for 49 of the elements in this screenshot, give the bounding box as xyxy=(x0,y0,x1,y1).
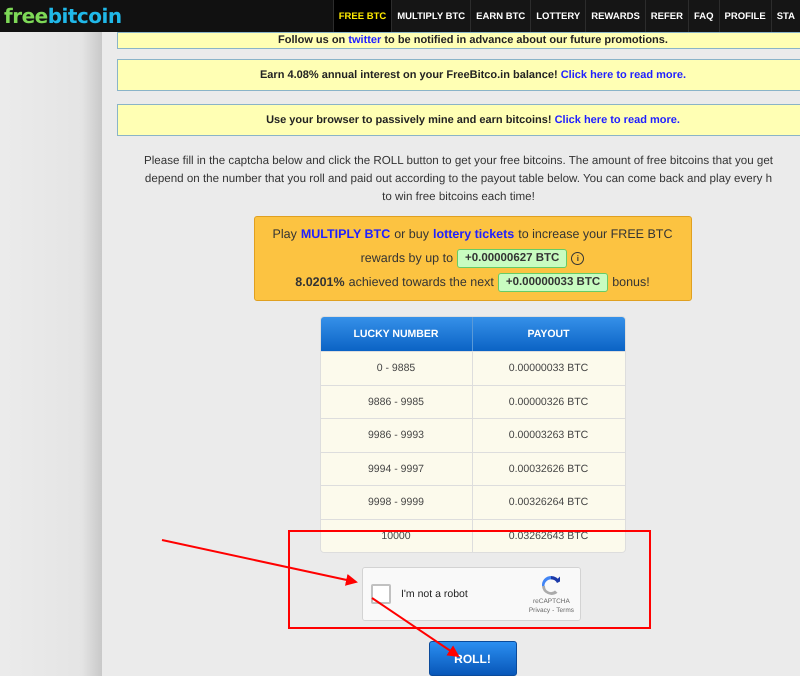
nav-tab[interactable]: LOTTERY xyxy=(530,0,586,32)
notice-text: Earn 4.08% annual interest on your FreeBitco.in balance! xyxy=(260,69,558,81)
nav-tab[interactable]: PROFILE xyxy=(718,0,771,32)
notice-link[interactable]: Click here to read more. xyxy=(554,114,680,126)
captcha-label: I'm not a robot xyxy=(401,588,469,600)
nav-tab[interactable]: REWARDS xyxy=(585,0,645,32)
bonus-text: to increase your FREE BTC xyxy=(518,226,672,243)
captcha-checkbox[interactable] xyxy=(371,584,391,604)
info-icon[interactable]: i xyxy=(571,252,584,264)
bonus-amount: +0.00000033 BTC xyxy=(498,272,608,292)
table-cell: 0.00032626 BTC xyxy=(472,452,624,485)
bonus-percent: 8.0201% xyxy=(295,274,345,291)
bonus-text: or buy xyxy=(394,226,429,243)
notice-text: Follow us on xyxy=(278,34,346,46)
column-header: LUCKY NUMBER xyxy=(320,317,472,351)
table-cell: 9986 - 9993 xyxy=(320,418,472,452)
nav-tab[interactable]: REFER xyxy=(644,0,688,32)
intro-text: to win free bitcoins each time! xyxy=(382,189,535,205)
bonus-text: bonus! xyxy=(612,274,650,291)
table-cell: 9886 - 9985 xyxy=(320,384,472,418)
bonus-text: rewards by up to xyxy=(360,250,454,267)
nav-tab[interactable]: MULTIPLY BTC xyxy=(391,0,470,32)
site-logo[interactable]: freebitcoin xyxy=(0,4,122,28)
bonus-text: achieved towards the next xyxy=(348,274,494,291)
table-cell: 0.00003263 BTC xyxy=(472,418,624,452)
multiply-link[interactable]: MULTIPLY BTC xyxy=(300,222,390,246)
reward-amount: +0.00000627 BTC xyxy=(457,248,568,268)
table-cell: 10000 xyxy=(320,518,472,552)
notice-link[interactable]: twitter xyxy=(348,34,382,46)
lottery-link[interactable]: lottery tickets xyxy=(432,222,514,246)
column-header: PAYOUT xyxy=(472,317,624,351)
bonus-text: Play xyxy=(272,226,297,243)
table-cell: 0.00000033 BTC xyxy=(472,351,624,384)
roll-button[interactable]: ROLL! xyxy=(428,641,516,676)
table-cell: 9998 - 9999 xyxy=(320,485,472,518)
table-cell: 0 - 9885 xyxy=(320,351,472,384)
table-cell: 0.00000326 BTC xyxy=(472,384,624,418)
table-cell: 0.03262643 BTC xyxy=(472,518,624,552)
notice-text: to be notified in advance about our future promotions. xyxy=(384,34,668,46)
intro-text: Please fill in the captcha below and click the ROLL button to get your free bitcoins. The amount of free bitcoins that you get xyxy=(144,153,773,169)
table-cell: 0.00326264 BTC xyxy=(472,485,624,518)
nav-tab[interactable]: STA xyxy=(770,0,800,32)
table-cell: 9994 - 9997 xyxy=(320,452,472,485)
notice-text: Use your browser to passively mine and earn bitcoins! xyxy=(266,114,552,126)
nav-tab[interactable]: EARN BTC xyxy=(470,0,530,32)
nav-tab[interactable]: FAQ xyxy=(688,0,719,32)
nav-tab[interactable]: FREE BTC xyxy=(332,0,392,32)
notice-link[interactable]: Click here to read more. xyxy=(560,69,686,81)
intro-text: depend on the number that you roll and paid out according to the payout table below. You can come back and play every h xyxy=(144,171,772,187)
